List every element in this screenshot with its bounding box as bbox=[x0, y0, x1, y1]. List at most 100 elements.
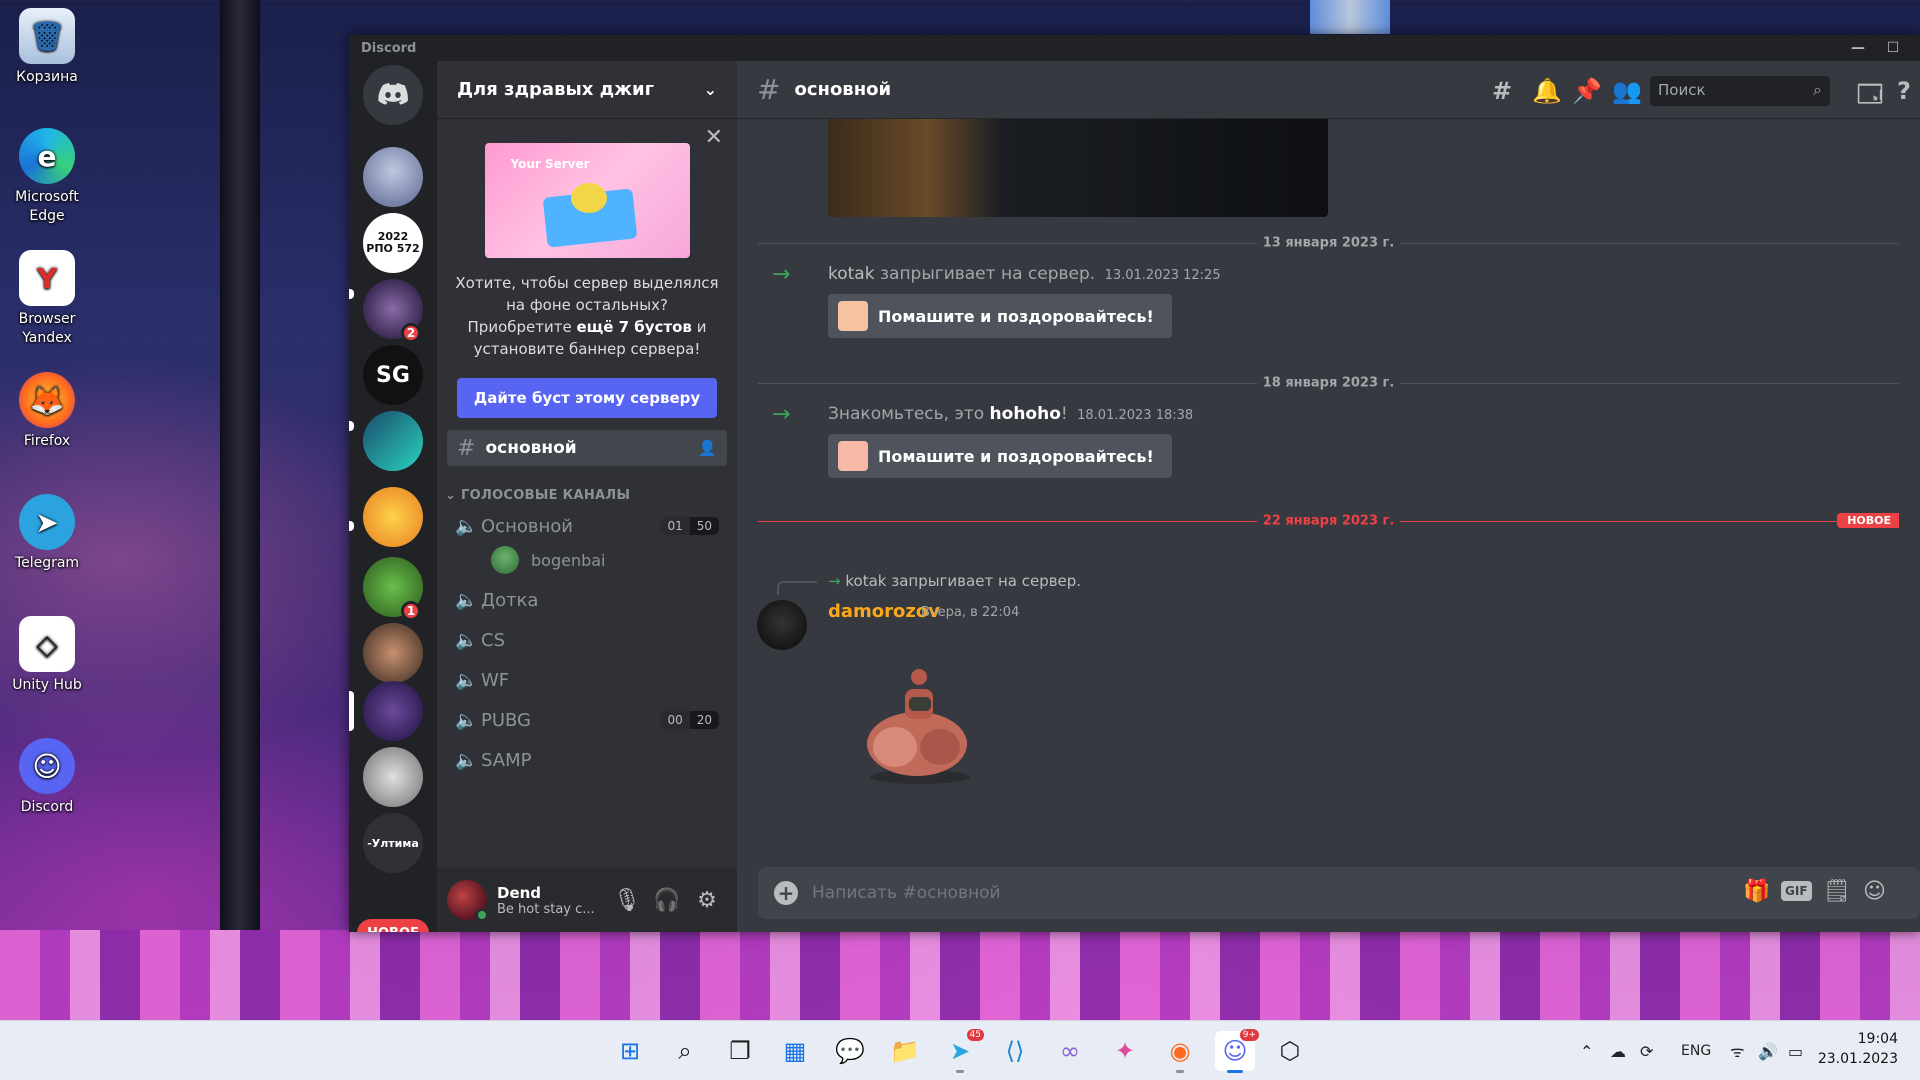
hash-icon: # bbox=[757, 73, 781, 106]
gift-icon[interactable]: 🎁 bbox=[1743, 879, 1770, 904]
vscode-icon[interactable]: ⟨⟩ bbox=[995, 1031, 1035, 1071]
desktop-icon-yandex[interactable]: Y Browser Yandex bbox=[6, 250, 88, 348]
help-icon[interactable]: ? bbox=[1897, 77, 1911, 105]
close-icon[interactable]: ✕ bbox=[705, 127, 723, 149]
minimize-button[interactable]: — bbox=[1841, 37, 1875, 59]
chat-icon[interactable]: 💬 bbox=[830, 1031, 870, 1071]
voice-channel-wf[interactable]: 🔈 WF bbox=[447, 663, 727, 697]
turkey-sticker[interactable] bbox=[855, 659, 985, 789]
discord-window: Discord — ☐ 2022 РПО 572 2 SG 1 -Ултима … bbox=[349, 35, 1920, 932]
composer-placeholder: Написать #основной bbox=[812, 883, 1001, 903]
channel-name: основной bbox=[485, 438, 577, 458]
wifi-icon[interactable]: ᯤ bbox=[1730, 1021, 1745, 1080]
message-composer[interactable]: + Написать #основной 🎁 GIF 🗒 ☺ bbox=[758, 867, 1920, 919]
server-icon-rpo[interactable]: 2022 РПО 572 bbox=[363, 213, 423, 273]
bell-icon[interactable]: 🔔 bbox=[1532, 77, 1562, 105]
discord-icon[interactable]: ☺ 9+ bbox=[1215, 1029, 1259, 1073]
category-label: ГОЛОСОВЫЕ КАНАЛЫ bbox=[461, 488, 631, 503]
voice-channel-samp[interactable]: 🔈 SAMP bbox=[447, 743, 727, 777]
emoji-icon[interactable]: ☺ bbox=[1863, 879, 1886, 904]
language-indicator[interactable]: ENG bbox=[1681, 1021, 1711, 1080]
gear-icon[interactable]: ⚙ bbox=[687, 888, 727, 913]
desktop-icon-telegram[interactable]: ➤ Telegram bbox=[6, 494, 88, 573]
join-arrow-icon: → bbox=[772, 402, 791, 427]
widgets-icon[interactable]: ▦ bbox=[775, 1031, 815, 1071]
join-username[interactable]: kotak bbox=[828, 264, 875, 284]
server-icon-6[interactable] bbox=[363, 487, 423, 547]
desktop-icon-discord[interactable]: ☺ Discord bbox=[6, 738, 88, 817]
telegram-icon[interactable]: ➤ 45 bbox=[940, 1029, 984, 1073]
gif-button[interactable]: GIF bbox=[1781, 881, 1812, 901]
speaker-icon: 🔈 bbox=[455, 709, 478, 731]
attach-plus-icon[interactable]: + bbox=[774, 881, 798, 905]
server-icon-1[interactable] bbox=[363, 147, 423, 207]
clock[interactable]: 19:04 23.01.2023 bbox=[1818, 1029, 1898, 1069]
headphones-icon[interactable]: 🎧 bbox=[647, 888, 687, 913]
task-view-icon[interactable]: ❐ bbox=[720, 1031, 760, 1071]
volume-icon[interactable]: 🔊 bbox=[1758, 1021, 1778, 1080]
boost-server-button[interactable]: Дайте буст этому серверу bbox=[457, 378, 717, 418]
timestamp: 13.01.2023 12:25 bbox=[1104, 268, 1221, 283]
desktop-icon-unity-hub[interactable]: ◇ Unity Hub bbox=[6, 616, 88, 695]
server-icon-10[interactable] bbox=[363, 747, 423, 807]
onedrive-icon[interactable]: ☁ bbox=[1610, 1021, 1626, 1080]
join-username[interactable]: hohoho bbox=[990, 404, 1061, 424]
server-icon-8[interactable] bbox=[363, 623, 423, 683]
avatar[interactable] bbox=[447, 880, 489, 922]
guild-header[interactable]: Для здравых джиг ⌄ bbox=[437, 61, 737, 119]
voice-category-header[interactable]: ⌄ ГОЛОСОВЫЕ КАНАЛЫ bbox=[437, 488, 737, 503]
desktop-icon-firefox[interactable]: 🦊 Firefox bbox=[6, 372, 88, 451]
sticker-icon[interactable]: 🗒 bbox=[1823, 879, 1851, 904]
running-indicator bbox=[956, 1070, 964, 1073]
speaker-icon: 🔈 bbox=[455, 629, 478, 651]
sync-icon[interactable]: ⟳ bbox=[1640, 1021, 1653, 1080]
voice-channel-osnovnoy[interactable]: 🔈 Основной 01 50 bbox=[447, 509, 727, 543]
unity-icon[interactable]: ⬡ bbox=[1270, 1031, 1310, 1071]
wave-hello-button[interactable]: Помашите и поздоровайтесь! bbox=[828, 294, 1172, 338]
threads-icon[interactable]: # bbox=[1492, 77, 1512, 105]
voice-channel-cs[interactable]: 🔈 CS bbox=[447, 623, 727, 657]
server-icon-5[interactable] bbox=[363, 411, 423, 471]
new-tag: НОВОЕ bbox=[1837, 513, 1899, 528]
wave-label: Помашите и поздоровайтесь! bbox=[878, 306, 1154, 326]
start-icon[interactable]: ⊞ bbox=[610, 1031, 650, 1071]
server-icon-csgo[interactable]: SG bbox=[363, 345, 423, 405]
wallpaper-tower bbox=[1310, 0, 1390, 34]
invite-icon[interactable]: 👤 bbox=[698, 439, 717, 457]
maximize-button[interactable]: ☐ bbox=[1876, 37, 1910, 59]
date-divider-label: 18 января 2023 г. bbox=[1256, 375, 1401, 391]
search-input[interactable]: Поиск ⌕ bbox=[1650, 76, 1830, 106]
user-info[interactable]: Dend Be hot stay c... bbox=[497, 884, 607, 917]
reply-preview[interactable]: → kotak запрыгивает на сервер. bbox=[828, 572, 1081, 590]
firefox-icon[interactable]: ◉ bbox=[1160, 1031, 1200, 1073]
avatar[interactable] bbox=[757, 600, 807, 650]
boost-image-caption: Your Server bbox=[510, 157, 590, 171]
voice-channel-pubg[interactable]: 🔈 PUBG 00 20 bbox=[447, 703, 727, 737]
unity-icon: ◇ bbox=[19, 616, 75, 672]
tray-chevron-icon[interactable]: ⌃ bbox=[1580, 1021, 1593, 1080]
server-icon-11[interactable]: -Ултима bbox=[363, 813, 423, 873]
server-csgo-label: SG bbox=[376, 362, 410, 388]
battery-icon[interactable]: ▭ bbox=[1788, 1021, 1803, 1080]
search-icon[interactable]: ⌕ bbox=[665, 1031, 705, 1071]
pin-icon[interactable]: 📌 bbox=[1572, 77, 1602, 105]
server-icon-9[interactable] bbox=[363, 681, 423, 741]
channel-item-main[interactable]: # основной 👤 bbox=[447, 430, 727, 466]
new-unreads-pill[interactable]: НОВОЕ bbox=[357, 919, 429, 932]
voice-channel-dotka[interactable]: 🔈 Дотка bbox=[447, 583, 727, 617]
wallpaper-neon-floor bbox=[0, 930, 1920, 1020]
unread-indicator bbox=[349, 421, 354, 431]
embedded-screenshot[interactable] bbox=[828, 119, 1328, 217]
voice-user[interactable]: bogenbai bbox=[447, 543, 727, 577]
file-explorer-icon[interactable]: 📁 bbox=[885, 1031, 925, 1071]
desktop-icon-edge[interactable]: e Microsoft Edge bbox=[6, 128, 88, 226]
server-11-label: -Ултима bbox=[367, 836, 419, 850]
wave-hello-button[interactable]: Помашите и поздоровайтесь! bbox=[828, 434, 1172, 478]
members-icon[interactable]: 👥 bbox=[1612, 77, 1642, 105]
figma-app-icon[interactable]: ✦ bbox=[1105, 1031, 1145, 1071]
home-button[interactable] bbox=[363, 65, 423, 125]
desktop-icon-recycle-bin[interactable]: 🗑 Корзина bbox=[6, 8, 88, 87]
visual-studio-icon[interactable]: ∞ bbox=[1050, 1031, 1090, 1071]
microphone-icon[interactable]: 🎙 bbox=[607, 888, 647, 913]
inbox-icon[interactable]: 🗔 bbox=[1857, 77, 1883, 118]
